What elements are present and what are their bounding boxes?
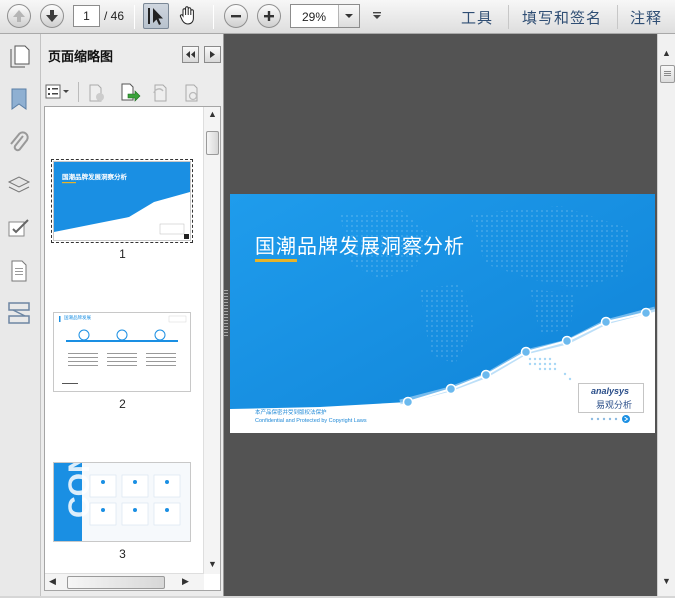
document-page: 国潮品牌发展洞察分析 本产品保密并受到版权法保护 Confidential an…	[230, 194, 655, 433]
document-vertical-scrollbar[interactable]: ▲ ▼	[657, 34, 675, 596]
thumbnail-panel: 页面缩略图 国潮品牌发展洞察分析 1 国潮品牌发展 2 CONT 3 ▲ ▼ ◀…	[41, 34, 224, 596]
panel-toolbar	[45, 81, 220, 105]
thumbnail-list: 国潮品牌发展洞察分析 1 国潮品牌发展 2 CONT 3 ▲ ▼ ◀ ▶	[44, 106, 221, 591]
logo-chinese: 易观分析	[596, 400, 633, 410]
scroll-left-icon[interactable]: ◀	[49, 576, 56, 587]
zoom-dropdown-button[interactable]	[338, 5, 359, 27]
thumbnail-label: 3	[119, 547, 126, 561]
panel-title: 页面缩略图	[48, 49, 114, 64]
options-menu-icon[interactable]	[45, 83, 71, 101]
bookmark-icon	[11, 88, 27, 110]
scrollbar-thumb[interactable]	[206, 131, 219, 155]
thumbnail-title: 国潮品牌发展洞察分析	[62, 174, 127, 181]
menu-caret-icon	[373, 12, 381, 19]
select-tool-button[interactable]	[143, 3, 169, 29]
scroll-down-icon[interactable]: ▼	[208, 559, 217, 569]
toolbar-divider	[213, 5, 214, 29]
thumbnail-label: 2	[119, 397, 126, 411]
scrollbar-thumb[interactable]	[67, 576, 165, 589]
navigation-rail	[0, 34, 41, 596]
double-chevron-left-icon	[186, 51, 195, 58]
layers-icon	[7, 176, 31, 193]
attachment-icon	[10, 131, 29, 152]
confidential-note-cn: 本产品保密并受到版权法保护	[255, 410, 327, 416]
page-total-label: / 46	[104, 9, 125, 23]
zoom-value: 29%	[302, 10, 327, 24]
tools-tab[interactable]: 工具	[461, 7, 493, 28]
compare-icon	[8, 302, 30, 324]
chevron-right-icon	[210, 51, 215, 58]
thumbnail-contents-image: CONT	[54, 433, 190, 541]
scrollbar-thumb[interactable]	[660, 65, 675, 83]
rotate-page-icon[interactable]	[150, 83, 170, 103]
pages-icon	[10, 45, 30, 68]
bookmarks-button[interactable]	[6, 86, 32, 112]
next-page-button[interactable]	[40, 4, 64, 28]
grip-icon	[664, 71, 671, 72]
thumbnail-page-1[interactable]: 国潮品牌发展洞察分析	[51, 159, 193, 243]
fill-sign-tab[interactable]: 填写和签名	[522, 7, 602, 28]
slide-title: 国潮品牌发展洞察分析	[255, 236, 465, 258]
signatures-button[interactable]	[6, 215, 32, 241]
cursor-icon	[148, 8, 163, 25]
toolbar-divider	[134, 5, 135, 29]
zoom-in-button[interactable]	[257, 4, 281, 28]
thumbnail-page-2[interactable]: 国潮品牌发展	[54, 313, 190, 391]
title-accent-bar	[255, 259, 297, 262]
logo-wordmark: analysys	[591, 386, 630, 396]
thumbnail-page-3[interactable]: CONT	[54, 433, 190, 541]
panel-toolbar-divider	[78, 82, 79, 102]
delete-page-icon[interactable]	[87, 83, 107, 103]
document-viewport[interactable]: 国潮品牌发展洞察分析 本产品保密并受到版权法保护 Confidential an…	[224, 34, 657, 596]
compare-button[interactable]	[6, 300, 32, 326]
toolbar-divider	[508, 5, 509, 29]
page-icon	[11, 260, 27, 282]
expand-panel-button[interactable]	[204, 46, 221, 63]
hand-icon	[179, 6, 194, 25]
confidential-note-en: Confidential and Protected by Copyright …	[255, 418, 367, 424]
previous-page-button[interactable]	[7, 4, 31, 28]
thumbnail-page-image	[54, 313, 190, 391]
zoom-select[interactable]: 29%	[290, 4, 360, 28]
plus-icon	[264, 11, 274, 21]
page-properties-icon[interactable]	[181, 83, 201, 103]
thumbnail-label: 1	[119, 247, 126, 261]
chevron-down-icon	[345, 14, 353, 18]
zoom-out-button[interactable]	[224, 4, 248, 28]
thumbnail-title: 国潮品牌发展	[64, 315, 91, 320]
arrow-down-icon	[46, 10, 58, 22]
scroll-up-icon[interactable]: ▲	[662, 48, 671, 58]
scroll-right-icon[interactable]: ▶	[182, 576, 189, 587]
signature-icon	[8, 219, 29, 237]
page-thumbnails-button[interactable]	[6, 42, 32, 68]
comment-tab[interactable]: 注释	[630, 7, 662, 28]
arrow-up-icon	[13, 10, 25, 22]
main-toolbar: 1 / 46 29% 工具 填写和签名 注释	[0, 0, 675, 34]
collapse-panel-button[interactable]	[182, 46, 199, 63]
page-number-input[interactable]: 1	[73, 5, 100, 27]
page-info-button[interactable]	[6, 258, 32, 284]
attachments-button[interactable]	[6, 129, 32, 155]
scroll-up-icon[interactable]: ▲	[208, 109, 217, 119]
thumbnail-vertical-scrollbar[interactable]: ▲ ▼	[203, 107, 220, 574]
toolbar-divider	[617, 5, 618, 29]
layers-button[interactable]	[6, 172, 32, 198]
hand-tool-button[interactable]	[176, 3, 202, 29]
insert-page-icon[interactable]	[119, 82, 141, 104]
scroll-down-icon[interactable]: ▼	[662, 576, 671, 586]
analysys-logo: analysys 易观分析	[578, 383, 644, 413]
panel-resize-handle[interactable]	[224, 290, 228, 338]
thumbnail-horizontal-scrollbar[interactable]: ◀ ▶	[45, 573, 204, 590]
toolbar-menu-button[interactable]	[370, 9, 384, 26]
minus-icon	[231, 15, 241, 18]
